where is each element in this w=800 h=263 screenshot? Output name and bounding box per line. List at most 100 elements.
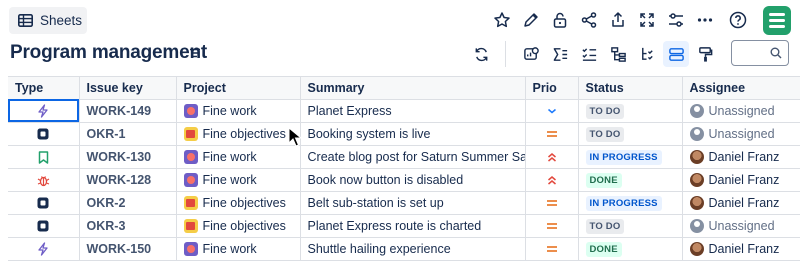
avatar [689, 172, 704, 187]
settings-sliders-icon[interactable] [664, 8, 688, 32]
issue-key-cell[interactable]: OKR-1 [79, 122, 177, 146]
type-cell[interactable] [8, 145, 80, 169]
summary-cell[interactable]: Planet Express route is charted [300, 214, 526, 238]
star-icon[interactable] [490, 8, 514, 32]
avatar [689, 149, 704, 164]
type-cell[interactable] [8, 214, 80, 238]
summary-cell[interactable]: Book now button is disabled [300, 168, 526, 192]
title-menu-icon[interactable] [188, 46, 202, 60]
column-header-priority[interactable]: Prio [525, 77, 579, 100]
sum-icon[interactable] [547, 41, 573, 67]
issue-key[interactable]: OKR-3 [87, 219, 126, 233]
type-cell[interactable] [8, 99, 80, 123]
summary-text: Planet Express [307, 103, 392, 118]
assignee-cell[interactable]: Unassigned [682, 122, 800, 146]
lock-icon[interactable] [548, 8, 572, 32]
status-cell[interactable]: TO DO [578, 99, 683, 123]
priority-cell[interactable] [525, 145, 579, 169]
assignee-cell[interactable]: Daniel Franz [682, 168, 800, 192]
share-icon[interactable] [577, 8, 601, 32]
assignee-name: Daniel Franz [708, 172, 780, 187]
assignee-cell[interactable]: Unassigned [682, 99, 800, 123]
tree-icon[interactable] [634, 41, 660, 67]
project-cell[interactable]: Fine work [176, 237, 301, 261]
type-cell[interactable] [8, 168, 80, 192]
issue-key-cell[interactable]: OKR-2 [79, 191, 177, 215]
project-avatar-icon [183, 103, 198, 118]
issue-key[interactable]: WORK-150 [87, 242, 152, 256]
issue-key[interactable]: WORK-130 [87, 150, 152, 164]
priority-cell[interactable] [525, 214, 579, 238]
summary-cell[interactable]: Shuttle hailing experience [300, 237, 526, 261]
type-cell[interactable] [8, 237, 80, 261]
project-cell[interactable]: Fine work [176, 168, 301, 192]
issue-key-cell[interactable]: WORK-149 [79, 99, 177, 123]
status-cell[interactable]: IN PROGRESS [578, 145, 683, 169]
table-row[interactable]: WORK-130 Fine work Create blog post for Sa… [8, 145, 800, 169]
checklist-icon[interactable] [576, 41, 602, 67]
more-icon[interactable] [693, 8, 717, 32]
issue-key-cell[interactable]: WORK-130 [79, 145, 177, 169]
format-paint-icon[interactable] [692, 41, 718, 67]
column-header-assignee[interactable]: Assignee [682, 77, 800, 100]
status-cell[interactable]: TO DO [578, 122, 683, 146]
issue-key[interactable]: WORK-128 [87, 173, 152, 187]
summary-cell[interactable]: Booking system is live [300, 122, 526, 146]
type-cell[interactable] [8, 191, 80, 215]
status-cell[interactable]: IN PROGRESS [578, 191, 683, 215]
insights-icon[interactable] [518, 41, 544, 67]
export-icon[interactable] [606, 8, 630, 32]
assignee-cell[interactable]: Daniel Franz [682, 191, 800, 215]
column-header-summary[interactable]: Summary [300, 77, 526, 100]
table-row[interactable]: OKR-2 Fine objectives Belt sub-station is … [8, 191, 800, 215]
status-cell[interactable]: DONE [578, 237, 683, 261]
assignee-cell[interactable]: Unassigned [682, 214, 800, 238]
table-row[interactable]: OKR-3 Fine objectives Planet Express route… [8, 214, 800, 238]
issue-key[interactable]: WORK-149 [87, 104, 152, 118]
type-cell[interactable] [8, 122, 80, 146]
column-header-status[interactable]: Status [578, 77, 683, 100]
priority-cell[interactable] [525, 168, 579, 192]
project-cell[interactable]: Fine work [176, 99, 301, 123]
issue-key[interactable]: OKR-1 [87, 127, 126, 141]
table-row[interactable]: WORK-150 Fine work Shuttle hailing experie… [8, 237, 800, 261]
column-header-type[interactable]: Type [8, 77, 80, 100]
project-cell[interactable]: Fine objectives [176, 214, 301, 238]
issue-key[interactable]: OKR-2 [87, 196, 126, 210]
summary-cell[interactable]: Belt sub-station is set up [300, 191, 526, 215]
row-height-icon[interactable] [663, 41, 689, 67]
table-row[interactable]: WORK-128 Fine work Book now button is disa… [8, 168, 800, 192]
priority-cell[interactable] [525, 237, 579, 261]
summary-cell[interactable]: Create blog post for Saturn Summer Sale [300, 145, 526, 169]
app-logo[interactable] [763, 6, 791, 35]
refresh-icon[interactable] [468, 41, 494, 67]
fullscreen-icon[interactable] [635, 8, 659, 32]
sheets-button[interactable]: Sheets [9, 7, 87, 34]
project-cell[interactable]: Fine work [176, 145, 301, 169]
priority-cell[interactable] [525, 99, 579, 123]
help-icon[interactable] [726, 8, 750, 32]
assignee-cell[interactable]: Daniel Franz [682, 237, 800, 261]
search-icon [770, 47, 782, 59]
issue-key-cell[interactable]: OKR-3 [79, 214, 177, 238]
status-badge: TO DO [585, 218, 625, 234]
project-cell[interactable]: Fine objectives [176, 122, 301, 146]
column-header-project[interactable]: Project [176, 77, 301, 100]
status-cell[interactable]: DONE [578, 168, 683, 192]
assignee-cell[interactable]: Daniel Franz [682, 145, 800, 169]
priority-cell[interactable] [525, 122, 579, 146]
priority-cell[interactable] [525, 191, 579, 215]
edit-icon[interactable] [519, 8, 543, 32]
table-row[interactable]: OKR-1 Fine objectives Booking system is li… [8, 122, 800, 146]
summary-cell[interactable]: Planet Express [300, 99, 526, 123]
issue-key-cell[interactable]: WORK-128 [79, 168, 177, 192]
column-header-issue-key[interactable]: Issue key [79, 77, 177, 100]
status-cell[interactable]: TO DO [578, 214, 683, 238]
project-cell[interactable]: Fine objectives [176, 191, 301, 215]
issue-key-cell[interactable]: WORK-150 [79, 237, 177, 261]
hierarchy-icon[interactable] [605, 41, 631, 67]
priority-medium-icon [533, 220, 578, 232]
priority-high-icon [533, 151, 578, 163]
table-row[interactable]: WORK-149 Fine work Planet Express TO DO Unas… [8, 99, 800, 123]
search-input[interactable] [731, 40, 789, 66]
